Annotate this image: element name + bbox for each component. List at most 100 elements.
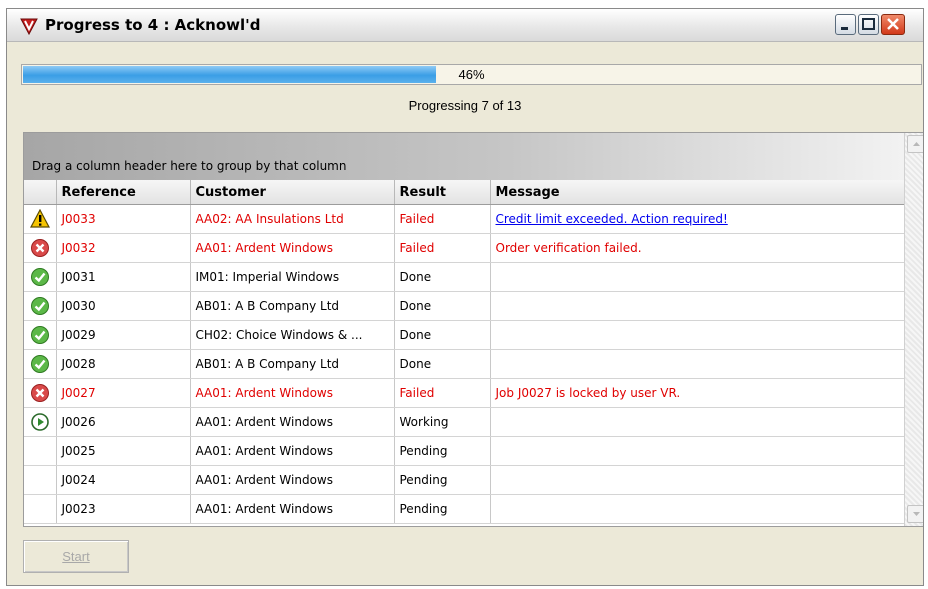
customer-cell: AA02: AA Insulations Ltd (190, 204, 395, 234)
window-title: Progress to 4 : Acknowl'd (45, 16, 261, 34)
error-icon (30, 239, 50, 257)
start-button[interactable]: Start (23, 540, 129, 573)
row-status-cell (24, 349, 57, 379)
message-cell (490, 465, 905, 495)
result-cell: Done (394, 291, 491, 321)
group-by-hint: Drag a column header here to group by th… (32, 159, 347, 173)
table-row[interactable]: J0025 AA01: Ardent Windows Pending (24, 436, 905, 466)
group-by-panel[interactable]: Drag a column header here to group by th… (24, 133, 904, 180)
column-header-customer[interactable]: Customer (190, 180, 395, 205)
table-row[interactable]: J0024 AA01: Ardent Windows Pending (24, 465, 905, 495)
row-status-cell (24, 204, 57, 234)
jobs-table: Reference Customer Result Message J0033 A… (24, 180, 905, 524)
reference-cell: J0033 (56, 204, 191, 234)
jobs-grid: Drag a column header here to group by th… (23, 132, 923, 527)
table-row[interactable]: J0028 AB01: A B Company Ltd Done (24, 349, 905, 379)
reference-cell: J0028 (56, 349, 191, 379)
customer-cell: AB01: A B Company Ltd (190, 291, 395, 321)
reference-cell: J0023 (56, 494, 191, 524)
customer-cell: IM01: Imperial Windows (190, 262, 395, 292)
progress-status-text: Progressing 7 of 13 (408, 98, 522, 113)
error-icon (30, 384, 50, 402)
column-header-result[interactable]: Result (394, 180, 491, 205)
message-cell: Credit limit exceeded. Action required! (490, 204, 905, 234)
check-icon (30, 355, 50, 373)
message-cell (490, 407, 905, 437)
row-status-cell (24, 291, 57, 321)
reference-cell: J0026 (56, 407, 191, 437)
row-status-cell (24, 436, 57, 466)
customer-cell: AA01: Ardent Windows (190, 436, 395, 466)
message-cell (490, 436, 905, 466)
reference-cell: J0024 (56, 465, 191, 495)
minimize-button[interactable] (835, 14, 856, 35)
close-icon (887, 18, 899, 30)
message-cell (490, 494, 905, 524)
maximize-icon (862, 18, 875, 30)
minimize-icon (841, 27, 848, 30)
scroll-down-button[interactable] (907, 505, 923, 523)
message-cell: Job J0027 is locked by user VR. (490, 378, 905, 408)
row-status-cell (24, 407, 57, 437)
column-header-reference[interactable]: Reference (56, 180, 191, 205)
table-row[interactable]: J0027 AA01: Ardent Windows Failed Job J0027… (24, 378, 905, 408)
customer-cell: AA01: Ardent Windows (190, 494, 395, 524)
message-link[interactable]: Credit limit exceeded. Action required! (496, 212, 728, 226)
progress-bar: 46% (21, 64, 922, 85)
reference-cell: J0031 (56, 262, 191, 292)
customer-cell: AA01: Ardent Windows (190, 465, 395, 495)
play-icon (30, 413, 50, 431)
title-bar[interactable]: Progress to 4 : Acknowl'd (7, 9, 923, 42)
reference-cell: J0029 (56, 320, 191, 350)
result-cell: Failed (394, 233, 491, 263)
message-cell (490, 291, 905, 321)
reference-cell: J0032 (56, 233, 191, 263)
progress-percent: 46% (458, 67, 485, 82)
table-row[interactable]: J0032 AA01: Ardent Windows Failed Order ver… (24, 233, 905, 263)
close-button[interactable] (881, 14, 905, 35)
customer-cell: CH02: Choice Windows & ... (190, 320, 395, 350)
reference-cell: J0025 (56, 436, 191, 466)
result-cell: Failed (394, 378, 491, 408)
column-header-message[interactable]: Message (490, 180, 905, 205)
result-cell: Pending (394, 436, 491, 466)
table-row[interactable]: J0023 AA01: Ardent Windows Pending (24, 494, 905, 524)
app-logo-icon (20, 18, 38, 36)
check-icon (30, 297, 50, 315)
message-cell (490, 262, 905, 292)
customer-cell: AB01: A B Company Ltd (190, 349, 395, 379)
result-cell: Done (394, 320, 491, 350)
row-status-cell (24, 262, 57, 292)
check-icon (30, 268, 50, 286)
row-status-cell (24, 465, 57, 495)
table-row[interactable]: J0030 AB01: A B Company Ltd Done (24, 291, 905, 321)
scroll-up-button[interactable] (907, 135, 923, 153)
vertical-scrollbar[interactable] (904, 133, 923, 526)
result-cell: Working (394, 407, 491, 437)
row-status-cell (24, 233, 57, 263)
row-status-cell (24, 494, 57, 524)
message-cell: Order verification failed. (490, 233, 905, 263)
warning-icon (29, 209, 50, 228)
result-cell: Failed (394, 204, 491, 234)
row-status-cell (24, 378, 57, 408)
column-header-status[interactable] (24, 180, 57, 205)
result-cell: Pending (394, 465, 491, 495)
scroll-down-icon (913, 512, 920, 516)
result-cell: Done (394, 349, 491, 379)
message-cell (490, 320, 905, 350)
result-cell: Pending (394, 494, 491, 524)
table-row[interactable]: J0031 IM01: Imperial Windows Done (24, 262, 905, 292)
maximize-button[interactable] (858, 14, 879, 35)
table-row[interactable]: J0029 CH02: Choice Windows & ... Done (24, 320, 905, 350)
customer-cell: AA01: Ardent Windows (190, 233, 395, 263)
customer-cell: AA01: Ardent Windows (190, 407, 395, 437)
reference-cell: J0030 (56, 291, 191, 321)
progress-window: Progress to 4 : Acknowl'd 46% Progressin… (6, 8, 924, 586)
table-row[interactable]: J0033 AA02: AA Insulations Ltd Failed Credi… (24, 204, 905, 234)
row-status-cell (24, 320, 57, 350)
scroll-up-icon (913, 142, 920, 146)
table-row[interactable]: J0026 AA01: Ardent Windows Working (24, 407, 905, 437)
result-cell: Done (394, 262, 491, 292)
customer-cell: AA01: Ardent Windows (190, 378, 395, 408)
